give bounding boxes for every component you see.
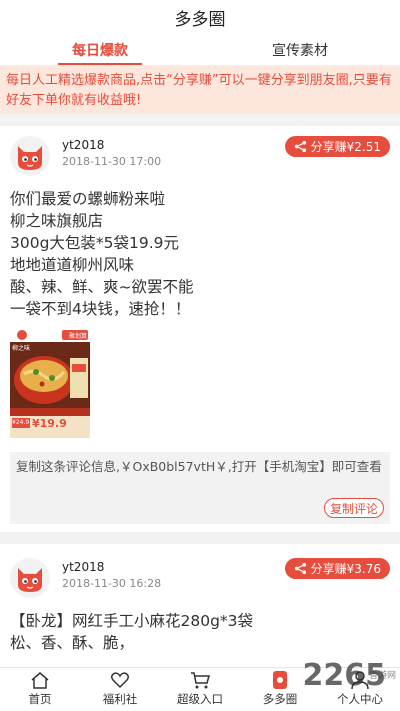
notice-banner: 每日人工精选爆款商品,点击“分享赚”可以一键分享到朋友圈,只要有好友下单你就有收… [0,66,400,114]
page-title-text: 多多圈 [174,9,226,30]
home-icon [31,672,49,689]
share-earn-button[interactable]: 分享赚¥3.76 [284,558,390,579]
copy-comment-text: 复制这条评论信息,￥OxB0bl57vtH￥,打开【手机淘宝】即可查看 [16,459,382,474]
nav-welfare-label: 福利社 [102,692,138,706]
nav-home-label: 首页 [28,692,52,706]
cat-avatar-icon [18,568,42,592]
product-image[interactable]: 柳之味 聚划算 ¥24.9 ¥19.9 [10,328,90,438]
nav-super-entry[interactable]: 超级入口 [160,668,240,711]
feed-post: yt2018 2018-11-30 17:00 分享赚¥2.51 你们最爱の螺蛳… [0,126,400,532]
tab-promo-materials[interactable]: 宣传素材 [200,34,400,65]
product-old-price: ¥24.9 [12,419,30,426]
product-price: ¥19.9 [32,417,67,430]
user-info: yt2018 2018-11-30 16:28 [62,560,161,590]
site-watermark-small: 香游网 [369,668,396,681]
avatar[interactable] [10,558,50,598]
share-earn-button[interactable]: 分享赚¥2.51 [284,136,390,157]
post-header: yt2018 2018-11-30 17:00 分享赚¥2.51 [10,136,390,180]
tab-promo-materials-label: 宣传素材 [272,42,328,59]
heart-icon [110,672,130,689]
divider [0,532,400,544]
feed-post: yt2018 2018-11-30 16:28 分享赚¥3.76 【卧龙】网红手… [0,544,400,654]
tab-bar: 每日爆款 宣传素材 [0,34,400,66]
cart-icon [191,672,210,689]
content-line: 你们最爱の螺蛳粉来啦 [10,190,166,208]
post-content: 你们最爱の螺蛳粉来啦 柳之味旗舰店 300g大包装*5袋19.9元 地地道道柳州… [10,188,390,320]
post-time: 2018-11-30 17:00 [62,155,162,168]
tab-daily-hot[interactable]: 每日爆款 [0,34,200,65]
nav-profile-label: 个人中心 [337,692,383,706]
notice-text: 每日人工精选爆款商品,点击“分享赚”可以一键分享到朋友圈,只要有好友下单你就有收… [6,73,392,108]
share-icon [294,140,306,153]
post-content: 【卧龙】网红手工小麻花280g*3袋 松、香、酥、脆， [10,610,390,654]
page-title: 多多圈 [0,0,400,34]
copy-comment-label: 复制评论 [329,501,378,516]
content-line: 松、香、酥、脆， [10,634,135,652]
content-line: 【卧龙】网红手工小麻花280g*3袋 [10,612,254,630]
nav-duoduo-circle-label: 多多圈 [262,692,298,706]
post-header: yt2018 2018-11-30 16:28 分享赚¥3.76 [10,558,390,602]
post-time: 2018-11-30 16:28 [62,577,162,590]
share-icon [294,562,306,575]
divider [0,114,400,126]
copy-comment-box: 复制这条评论信息,￥OxB0bl57vtH￥,打开【手机淘宝】即可查看 复制评论 [10,452,390,524]
content-line: 酸、辣、鲜、爽~欲罢不能 [10,278,194,296]
nav-super-entry-label: 超级入口 [177,692,223,706]
app: 多多圈 每日爆款 宣传素材 每日人工精选爆款商品,点击“分享赚”可以一键分享到朋… [0,0,400,711]
content-line: 300g大包装*5袋19.9元 [10,234,180,252]
username: yt2018 [62,560,105,574]
content-line: 地地道道柳州风味 [10,256,135,274]
username: yt2018 [62,138,105,152]
copy-comment-button[interactable]: 复制评论 [323,498,384,518]
tab-daily-hot-label: 每日爆款 [72,42,128,59]
nav-home[interactable]: 首页 [0,668,80,711]
product-badge: 聚划算 [68,333,87,340]
product-brand: 柳之味 [12,345,31,352]
share-earn-label: 分享赚¥3.76 [310,562,381,576]
content-line: 柳之味旗舰店 [10,212,104,230]
avatar[interactable] [10,136,50,176]
user-info: yt2018 2018-11-30 17:00 [62,138,161,168]
share-earn-label: 分享赚¥2.51 [310,140,381,154]
circle-icon [273,671,287,689]
nav-welfare[interactable]: 福利社 [80,668,160,711]
content-line: 一袋不到4块钱，速抢！！ [10,300,191,318]
watermark-site: 香游网 [368,671,396,681]
cat-avatar-icon [18,146,42,170]
